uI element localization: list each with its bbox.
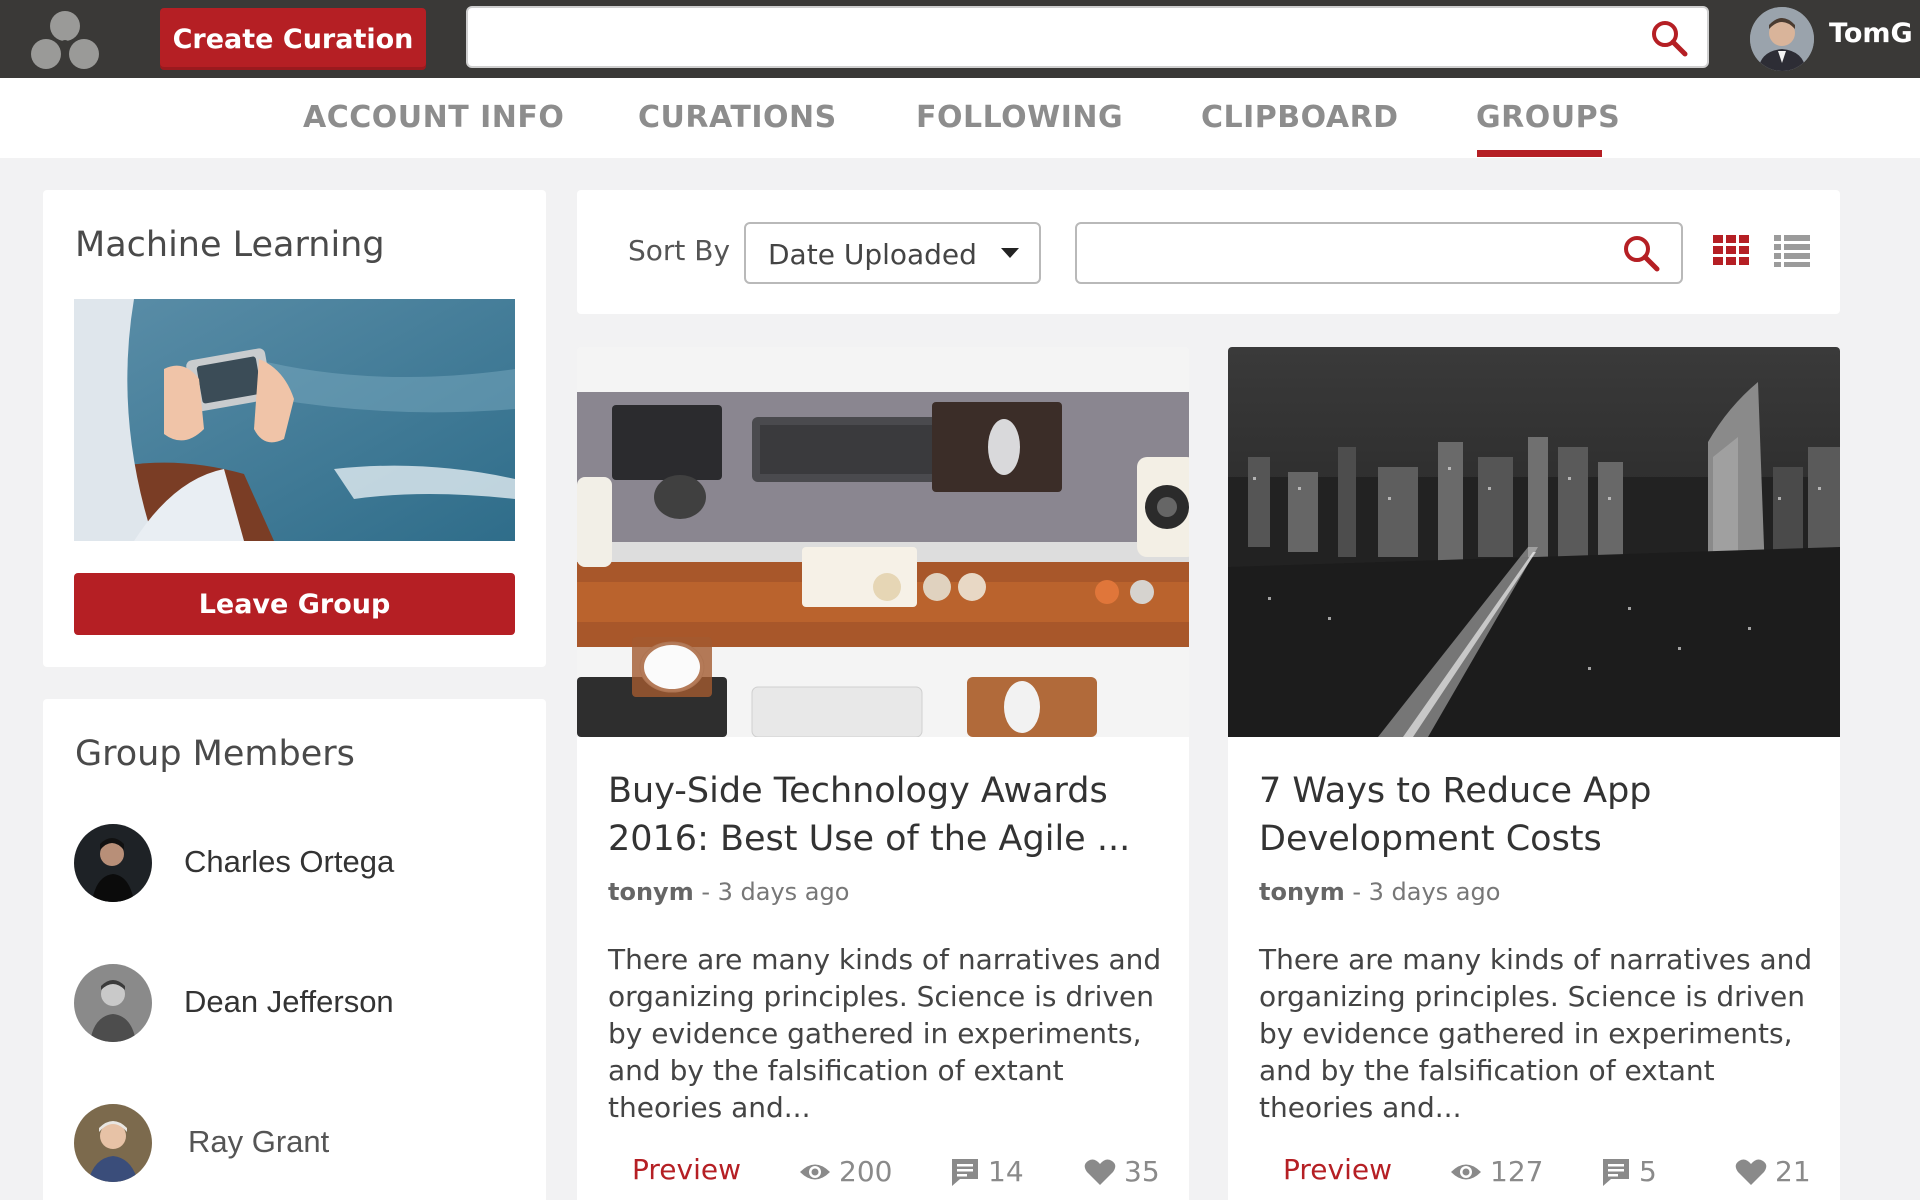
sort-by-label: Sort By xyxy=(628,234,731,267)
member-item[interactable]: Dean Jefferson xyxy=(74,964,514,1044)
eye-icon xyxy=(800,1164,830,1179)
leave-group-button[interactable]: Leave Group xyxy=(74,573,515,635)
likes-count[interactable]: 21 xyxy=(1735,1155,1811,1188)
group-info-card: Machine Learning Leave Group xyxy=(43,190,546,667)
eye-icon xyxy=(1451,1164,1481,1179)
member-name[interactable]: Dean Jefferson xyxy=(184,984,394,1020)
comments-count: 5 xyxy=(1601,1155,1657,1188)
list-view-icon[interactable] xyxy=(1774,235,1810,267)
curation-time: - 3 days ago xyxy=(693,878,850,906)
comment-icon xyxy=(1603,1158,1629,1186)
likes-value: 21 xyxy=(1775,1155,1811,1188)
curation-title[interactable]: Buy-Side Technology Awards 2016: Best Us… xyxy=(608,767,1158,863)
preview-link[interactable]: Preview xyxy=(632,1153,741,1186)
create-curation-button[interactable]: Create Curation xyxy=(160,8,426,70)
three-petal-logo-icon[interactable] xyxy=(24,6,106,72)
global-search-input[interactable] xyxy=(466,6,1709,68)
grid-view-icon[interactable] xyxy=(1713,235,1749,265)
search-icon[interactable] xyxy=(1621,233,1661,273)
heart-icon[interactable] xyxy=(1084,1158,1116,1186)
heart-icon[interactable] xyxy=(1735,1158,1767,1186)
group-cover-image xyxy=(74,299,515,541)
member-item[interactable]: Charles Ortega xyxy=(74,824,514,904)
likes-count[interactable]: 35 xyxy=(1084,1155,1160,1188)
views-count: 127 xyxy=(1450,1155,1543,1188)
curation-image[interactable] xyxy=(577,347,1189,737)
tab-following[interactable]: FOLLOWING xyxy=(916,100,1123,135)
user-avatar[interactable] xyxy=(1750,7,1814,71)
curation-card[interactable]: Buy-Side Technology Awards 2016: Best Us… xyxy=(577,347,1189,1200)
tab-curations[interactable]: CURATIONS xyxy=(638,100,837,135)
member-name[interactable]: Ray Grant xyxy=(188,1124,329,1160)
sort-selected-value: Date Uploaded xyxy=(768,238,977,271)
comments-value: 14 xyxy=(988,1155,1024,1188)
curation-meta: tonym - 3 days ago xyxy=(1259,878,1500,906)
views-count: 200 xyxy=(799,1155,892,1188)
likes-value: 35 xyxy=(1124,1155,1160,1188)
avatar[interactable] xyxy=(74,964,152,1042)
comment-icon xyxy=(952,1158,978,1186)
username-label[interactable]: TomG xyxy=(1829,18,1913,49)
views-value: 127 xyxy=(1490,1155,1544,1188)
curation-search-input[interactable] xyxy=(1075,222,1683,284)
curation-image[interactable] xyxy=(1228,347,1840,737)
active-tab-indicator xyxy=(1477,150,1602,157)
group-members-card: Group Members Charles Ortega Dean Jeffer… xyxy=(43,699,546,1200)
member-name[interactable]: Charles Ortega xyxy=(184,844,394,880)
caret-down-icon xyxy=(1001,248,1019,258)
comments-value: 5 xyxy=(1639,1155,1657,1188)
search-icon[interactable] xyxy=(1649,18,1689,58)
tab-clipboard[interactable]: CLIPBOARD xyxy=(1201,100,1399,135)
curation-description: There are many kinds of narratives and o… xyxy=(1259,943,1813,1124)
curation-description: There are many kinds of narratives and o… xyxy=(608,943,1162,1124)
member-item[interactable]: Ray Grant xyxy=(74,1104,514,1184)
group-members-title: Group Members xyxy=(75,734,355,774)
views-value: 200 xyxy=(839,1155,893,1188)
comments-count: 14 xyxy=(950,1155,1024,1188)
curation-title[interactable]: 7 Ways to Reduce App Development Costs xyxy=(1259,767,1809,863)
curation-time: - 3 days ago xyxy=(1344,878,1501,906)
avatar[interactable] xyxy=(74,1104,152,1182)
top-bar: Create Curation TomG xyxy=(0,0,1920,78)
curation-author[interactable]: tonym xyxy=(608,878,694,906)
curation-author[interactable]: tonym xyxy=(1259,878,1345,906)
tab-groups[interactable]: GROUPS xyxy=(1476,100,1620,135)
curation-card[interactable]: 7 Ways to Reduce App Development Costs t… xyxy=(1228,347,1840,1200)
sort-select[interactable]: Date Uploaded xyxy=(744,222,1041,284)
preview-link[interactable]: Preview xyxy=(1283,1153,1392,1186)
curation-meta: tonym - 3 days ago xyxy=(608,878,849,906)
group-title: Machine Learning xyxy=(75,225,385,265)
curations-toolbar: Sort By Date Uploaded xyxy=(577,190,1840,314)
avatar[interactable] xyxy=(74,824,152,902)
tab-account-info[interactable]: ACCOUNT INFO xyxy=(303,100,564,135)
